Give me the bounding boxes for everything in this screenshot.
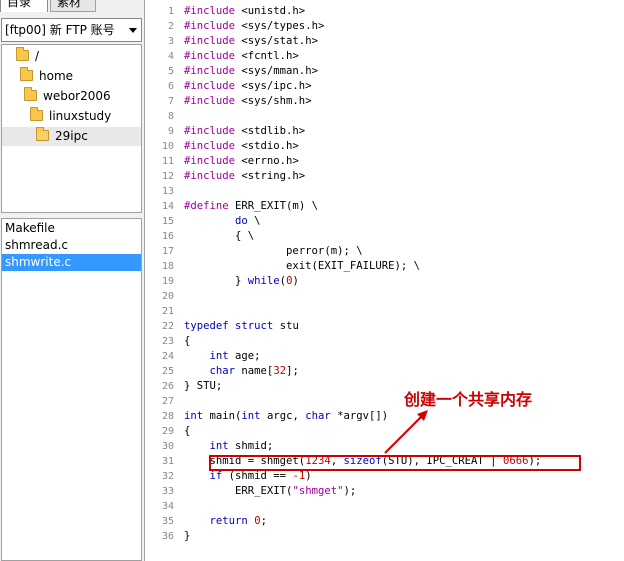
code-line: if (shmid == -1): [209, 470, 312, 482]
tree-node-label: webor2006: [43, 89, 111, 103]
code-line: int age;: [209, 350, 261, 362]
file-list-item[interactable]: shmwrite.c: [2, 254, 141, 271]
line-number: 7: [167, 96, 174, 107]
code-line: } STU;: [184, 380, 223, 392]
left-panel: 目录 素材 [ftp00] 新 FTP 账号 / home webor2006 lin…: [0, 0, 145, 561]
line-number: 36: [161, 531, 174, 542]
line-number: 29: [161, 426, 174, 437]
code-line: perror(m); \: [184, 245, 363, 257]
code-line: #include <sys/ipc.h>: [184, 80, 312, 92]
highlight-box: [209, 455, 581, 471]
code-line: #include <sys/stat.h>: [184, 35, 318, 47]
line-number: 17: [161, 246, 174, 257]
folder-icon: [30, 107, 43, 121]
open-folder-icon: [36, 127, 49, 141]
line-number: 27: [161, 396, 174, 407]
code-line: {: [184, 425, 191, 437]
code-line: #include <string.h>: [184, 170, 306, 182]
tree-node-label: linuxstudy: [49, 109, 112, 123]
line-number: 24: [161, 351, 174, 362]
line-number: 16: [161, 231, 174, 242]
line-number: 13: [161, 186, 174, 197]
line-number: 21: [161, 306, 174, 317]
line-number: 31: [161, 456, 174, 467]
line-number: 18: [161, 261, 174, 272]
code-line: #define ERR_EXIT(m) \: [184, 200, 318, 212]
code-line: #include <sys/mman.h>: [184, 65, 318, 77]
code-line: }: [184, 530, 191, 542]
panel-tabs: 目录 素材: [0, 0, 145, 12]
code-line: int main(int argc, char *argv[]): [184, 410, 389, 422]
code-line: exit(EXIT_FAILURE); \: [184, 260, 420, 272]
file-list-item[interactable]: Makefile: [2, 220, 141, 237]
code-line: int shmid;: [209, 440, 274, 452]
tree-node[interactable]: /: [16, 47, 39, 66]
code-line: char name[32];: [209, 365, 299, 377]
code-line: do \: [235, 215, 261, 227]
annotation-label: 创建一个共享内存: [404, 390, 533, 409]
code-line: #include <unistd.h>: [184, 5, 306, 17]
code-line: {: [184, 335, 191, 347]
tree-node-label: home: [39, 69, 74, 83]
chevron-down-icon[interactable]: [129, 28, 137, 33]
line-number: 34: [161, 501, 174, 512]
tree-node[interactable]: linuxstudy: [30, 107, 111, 126]
tab-assets[interactable]: 素材: [50, 0, 96, 12]
code-line: ERR_EXIT("shmget");: [184, 485, 357, 497]
line-number: 20: [161, 291, 174, 302]
code-line: #include <stdlib.h>: [184, 125, 306, 137]
code-line: #include <fcntl.h>: [184, 50, 299, 62]
folder-icon: [24, 87, 37, 101]
code-line: return 0;: [209, 515, 267, 527]
line-number: 12: [161, 171, 174, 182]
line-number: 5: [167, 66, 174, 77]
line-number: 3: [167, 36, 174, 47]
code-line: { \: [184, 230, 255, 242]
line-number: 2: [167, 21, 174, 32]
code-line: } while(0): [184, 275, 299, 287]
code-line: #include <sys/types.h>: [184, 20, 325, 32]
tree-node-label: /: [35, 49, 40, 63]
line-number-gutter: 1 2 3 4 5 6 7 8 9 10 11 12 13 14 15 16 17 18 19 20 21 22 23 24 2…: [147, 0, 177, 561]
code-line: #include <sys/shm.h>: [184, 95, 312, 107]
line-number: 32: [161, 471, 174, 482]
code-editor[interactable]: 1 2 3 4 5 6 7 8 9 10 11 12 13 14 15 16 17 18 19 20 21 22 23 24 2…: [147, 0, 624, 561]
account-select[interactable]: [ftp00] 新 FTP 账号: [1, 18, 142, 42]
tab-directory[interactable]: 目录: [0, 0, 48, 12]
line-number: 9: [167, 126, 174, 137]
code-line: #include <stdio.h>: [184, 140, 299, 152]
folder-icon: [20, 67, 33, 81]
line-number: 4: [167, 51, 174, 62]
line-number: 10: [161, 141, 174, 152]
tree-node[interactable]: 29ipc: [2, 127, 141, 146]
line-number: 26: [161, 381, 174, 392]
file-list: Makefile shmread.c shmwrite.c: [1, 218, 142, 561]
line-number: 33: [161, 486, 174, 497]
line-number: 14: [161, 201, 174, 212]
line-number: 1: [167, 6, 174, 17]
line-number: 23: [161, 336, 174, 347]
line-number: 28: [161, 411, 174, 422]
tree-node-label: 29ipc: [55, 129, 88, 143]
line-number: 22: [161, 321, 174, 332]
folder-tree: / home webor2006 linuxstudy 29ipc: [1, 44, 142, 213]
tree-node[interactable]: home: [20, 67, 73, 86]
folder-icon: [16, 47, 29, 61]
line-number: 15: [161, 216, 174, 227]
account-select-value: [ftp00] 新 FTP 账号: [5, 23, 115, 37]
file-list-item[interactable]: shmread.c: [2, 237, 141, 254]
line-number: 6: [167, 81, 174, 92]
line-number: 30: [161, 441, 174, 452]
line-number: 25: [161, 366, 174, 377]
line-number: 11: [161, 156, 174, 167]
line-number: 8: [167, 111, 174, 122]
tree-node[interactable]: webor2006: [24, 87, 111, 106]
code-line: typedef struct stu: [184, 320, 299, 332]
code-line: #include <errno.h>: [184, 155, 299, 167]
line-number: 35: [161, 516, 174, 527]
line-number: 19: [161, 276, 174, 287]
